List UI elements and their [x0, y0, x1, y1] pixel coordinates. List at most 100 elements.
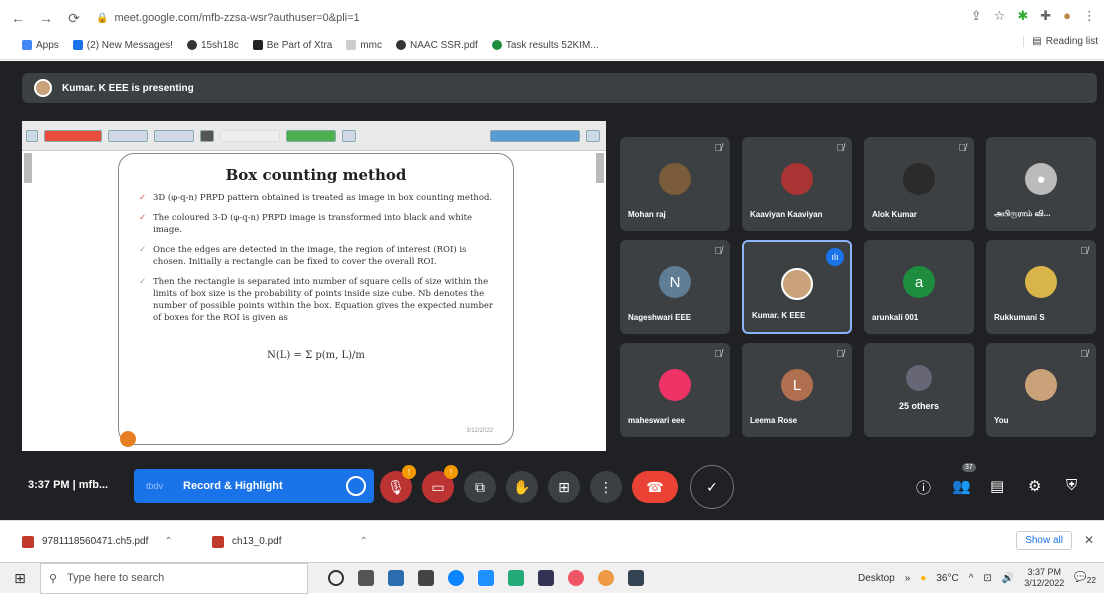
- app-icon[interactable]: [478, 570, 494, 586]
- slide-bullet: ✓ Once the edges are detected in the imag…: [139, 245, 467, 267]
- puzzle-icon[interactable]: ✚: [1040, 8, 1051, 24]
- profile-avatar[interactable]: ●: [1063, 8, 1071, 24]
- record-highlight-button[interactable]: tbdv Record & Highlight: [134, 469, 374, 503]
- bookmark-naac[interactable]: NAAC SSR.pdf: [396, 40, 478, 51]
- nav-row: ← → ⟳ 🔒 meet.google.com/mfb-zzsa-wsr?aut…: [0, 6, 1104, 30]
- task-icon: [491, 40, 502, 50]
- chevron-up-icon[interactable]: ⌃: [164, 536, 172, 547]
- undo-redo: [220, 129, 280, 142]
- end-call-button[interactable]: ☎: [632, 471, 678, 503]
- desktop-label[interactable]: Desktop: [858, 573, 895, 584]
- tray-up-icon[interactable]: ^: [969, 573, 974, 584]
- participant-tile[interactable]: ● அபிரூராம் வி...: [986, 137, 1096, 231]
- back-icon[interactable]: ←: [8, 10, 28, 26]
- bookmark-xtra[interactable]: Be Part of Xtra: [252, 40, 332, 51]
- download-item[interactable]: 9781118560471.ch5.pdf ⌃: [0, 535, 190, 548]
- bookmark-15sh18c[interactable]: 15sh18c: [186, 40, 239, 51]
- record-icon[interactable]: [346, 476, 366, 496]
- present-button[interactable]: ⊞: [548, 471, 580, 503]
- system-tray: Desktop » ● 36°C ^ ⊡ 🔊 3:37 PM 3/12/2022 …: [858, 567, 1096, 589]
- browser-chrome: ← → ⟳ 🔒 meet.google.com/mfb-zzsa-wsr?aut…: [0, 0, 1104, 60]
- volume-icon[interactable]: 🔊: [1002, 573, 1014, 584]
- notifications-icon[interactable]: 💬22: [1074, 572, 1096, 585]
- cortana-icon[interactable]: [328, 570, 344, 586]
- weather-temp[interactable]: 36°C: [936, 573, 958, 584]
- mic-toggle-button[interactable]: 🎙!: [380, 465, 416, 503]
- np-icon: [252, 40, 263, 50]
- others-tile[interactable]: 25 others: [864, 343, 974, 437]
- mic-off-icon: 🎙̸: [1080, 246, 1089, 257]
- taskbar-search[interactable]: ⚲ Type here to search: [40, 562, 308, 594]
- people-icon[interactable]: 👥: [952, 477, 971, 495]
- bookmark-task-results[interactable]: Task results 52KIM...: [491, 40, 599, 51]
- participant-tile-speaking[interactable]: ılı Kumar. K EEE: [742, 240, 852, 334]
- participant-tile-self[interactable]: 🎙̸ You: [986, 343, 1096, 437]
- star-icon[interactable]: ☆: [994, 8, 1006, 24]
- host-controls-icon[interactable]: ⛨: [1066, 477, 1077, 494]
- task-view-icon[interactable]: [358, 570, 374, 586]
- extension-icon[interactable]: ✱: [1017, 8, 1028, 24]
- participant-name: Rukkumani S: [994, 313, 1045, 322]
- show-all-button[interactable]: Show all: [1016, 531, 1072, 550]
- menu-icon[interactable]: ⋮: [1083, 8, 1096, 24]
- overflow-chevron-icon[interactable]: »: [905, 573, 911, 584]
- captions-button[interactable]: ⧉: [464, 471, 496, 503]
- file-explorer-icon[interactable]: [388, 570, 404, 586]
- participant-name: அபிரூராம் வி...: [994, 209, 1051, 218]
- participant-name: maheswari eee: [628, 416, 685, 425]
- bookmark-mmc[interactable]: mmc: [346, 40, 382, 51]
- chevron-up-icon[interactable]: ⌃: [360, 536, 368, 547]
- forward-icon[interactable]: →: [36, 10, 56, 26]
- info-icon[interactable]: ⓘ: [916, 477, 931, 498]
- bookmark-messages[interactable]: (2) New Messages!: [72, 40, 173, 51]
- share-icon[interactable]: ⇪: [971, 8, 982, 24]
- presenting-text: Kumar. K EEE is presenting: [62, 82, 194, 94]
- excel-icon[interactable]: [508, 570, 524, 586]
- check-button[interactable]: ✓: [690, 465, 734, 509]
- participant-tile[interactable]: a arunkali 001: [864, 240, 974, 334]
- avatar: [903, 163, 935, 195]
- check-icon: ✓: [139, 277, 147, 287]
- participant-tile[interactable]: 🎙̸ Kaaviyan Kaaviyan: [742, 137, 852, 231]
- app-icon[interactable]: [628, 570, 644, 586]
- participant-tile[interactable]: 🎙̸ L Leema Rose: [742, 343, 852, 437]
- chat-icon[interactable]: ▤: [990, 477, 1004, 495]
- app-icon[interactable]: [538, 570, 554, 586]
- store-icon[interactable]: [418, 570, 434, 586]
- participant-tile[interactable]: 🎙̸ N Nageshwari EEE: [620, 240, 730, 334]
- participant-tile[interactable]: 🎙̸ Rukkumani S: [986, 240, 1096, 334]
- reading-list-button[interactable]: ▤ Reading list: [1023, 36, 1098, 47]
- meet-controls: 3:37 PM | mfb... tbdv Record & Highlight…: [0, 461, 1104, 513]
- edge-icon[interactable]: [448, 570, 464, 586]
- network-icon[interactable]: ⊡: [983, 573, 991, 584]
- color-palette: [44, 129, 102, 142]
- clock[interactable]: 3:37 PM 3/12/2022: [1024, 567, 1064, 589]
- avatar: ●: [1025, 163, 1057, 195]
- close-icon[interactable]: ✕: [1084, 533, 1094, 547]
- url-text[interactable]: meet.google.com/mfb-zzsa-wsr?authuser=0&…: [114, 12, 359, 24]
- more-options-button[interactable]: ⋮: [590, 471, 622, 503]
- participant-tile[interactable]: 🎙̸ Mohan raj: [620, 137, 730, 231]
- download-item[interactable]: ch13_0.pdf ⌃: [190, 535, 380, 548]
- participant-count-badge: 37: [962, 463, 976, 472]
- windows-start-icon[interactable]: ⊞: [0, 570, 40, 587]
- raise-hand-button[interactable]: ✋: [506, 471, 538, 503]
- close-tool: [342, 129, 356, 142]
- downloads-bar: 9781118560471.ch5.pdf ⌃ ch13_0.pdf ⌃ Sho…: [0, 520, 1104, 562]
- address-bar[interactable]: 🔒 meet.google.com/mfb-zzsa-wsr?authuser=…: [96, 12, 360, 24]
- activities-icon[interactable]: ⚙: [1028, 477, 1041, 495]
- others-count: 25 others: [898, 401, 940, 411]
- reload-icon[interactable]: ⟳: [64, 10, 84, 27]
- lock-icon: 🔒: [96, 12, 109, 24]
- camera-toggle-button[interactable]: ▭!: [422, 465, 458, 503]
- firefox-icon[interactable]: [568, 570, 584, 586]
- participant-name: Alok Kumar: [872, 210, 917, 219]
- participant-tile[interactable]: 🎙̸ maheswari eee: [620, 343, 730, 437]
- pdf-icon: [22, 535, 34, 548]
- slide: Box counting method ✓ 3D (φ-q-n) PRPD pat…: [118, 153, 514, 445]
- bookmark-apps[interactable]: Apps: [22, 40, 59, 51]
- participant-tile[interactable]: 🎙̸ Alok Kumar: [864, 137, 974, 231]
- mic-off-icon: 🎙̸: [836, 349, 845, 360]
- chrome-icon[interactable]: [598, 570, 614, 586]
- check-icon: ✓: [139, 193, 147, 203]
